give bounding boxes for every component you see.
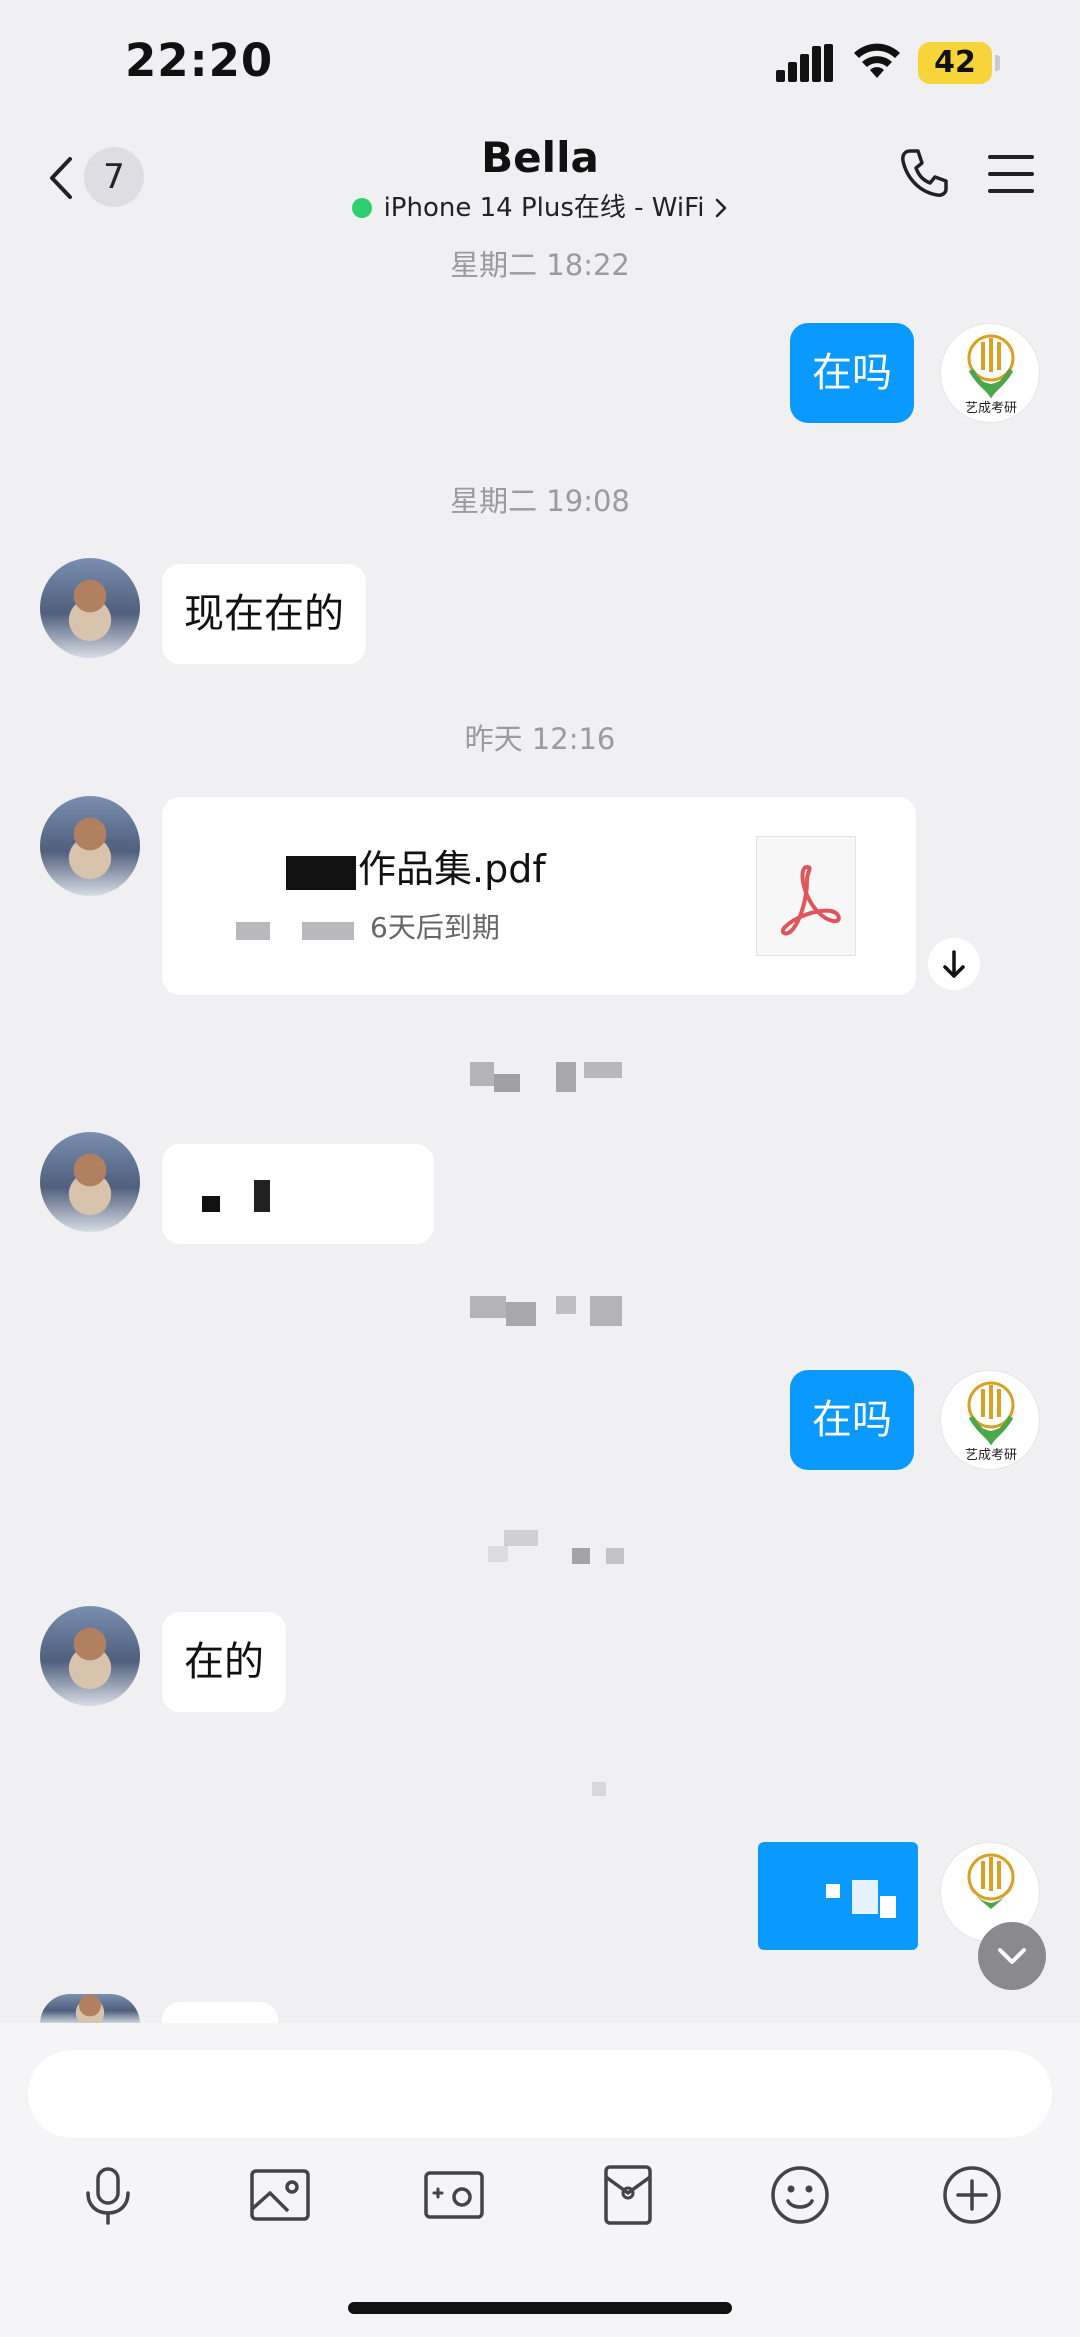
message-bubble-outgoing[interactable]: 在吗	[790, 323, 914, 423]
contact-avatar[interactable]	[40, 1606, 140, 1706]
contact-avatar[interactable]	[40, 796, 140, 896]
redacted-block	[236, 922, 270, 940]
file-expiry: 6天后到期	[370, 911, 500, 944]
camera-icon[interactable]	[422, 2163, 486, 2227]
timestamp: 星期二 18:22	[450, 248, 630, 282]
brand-logo-icon: 艺成考研	[963, 334, 1019, 416]
pdf-file-icon	[756, 836, 856, 956]
redacted-block	[556, 1062, 576, 1092]
brand-logo-text: 艺成考研	[965, 1448, 1017, 1463]
redacted-block	[556, 1296, 576, 1314]
redacted-block	[592, 1782, 606, 1796]
redacted-block	[504, 1530, 538, 1546]
scroll-to-bottom-button[interactable]	[978, 1922, 1046, 1990]
brand-logo-text: 艺成考研	[965, 401, 1017, 416]
signal-icon	[776, 44, 833, 82]
own-avatar[interactable]: 艺成考研	[940, 323, 1040, 423]
message-bubble-incoming[interactable]	[162, 1144, 434, 1244]
message-input[interactable]	[28, 2050, 1052, 2138]
redacted-block	[590, 1296, 622, 1326]
redacted-block	[494, 1074, 520, 1092]
microphone-icon[interactable]	[76, 2163, 140, 2227]
pdf-logo-icon	[780, 865, 841, 936]
contact-avatar[interactable]	[40, 558, 140, 658]
redacted-block	[470, 1296, 506, 1318]
redacted-block	[488, 1546, 508, 1562]
menu-icon[interactable]	[986, 151, 1036, 197]
contact-status-text: iPhone 14 Plus在线 - WiFi	[383, 193, 705, 223]
red-packet-icon[interactable]	[596, 2163, 660, 2227]
redacted-block	[254, 1180, 270, 1212]
file-name: 作品集.pdf	[358, 847, 546, 891]
online-dot	[351, 198, 372, 218]
battery-indicator: 42	[918, 42, 1000, 84]
battery-cap	[995, 55, 1000, 71]
plus-icon[interactable]	[940, 2163, 1004, 2227]
redacted-block	[880, 1896, 896, 1918]
emoji-icon[interactable]	[768, 2163, 832, 2227]
own-avatar[interactable]: 艺成考研	[940, 1370, 1040, 1470]
timestamp: 昨天 12:16	[464, 722, 616, 756]
redacted-block	[606, 1548, 624, 1564]
redacted-block	[572, 1548, 590, 1564]
redacted-block	[202, 1196, 220, 1212]
chevron-right-icon	[716, 198, 727, 218]
phone-icon[interactable]	[896, 145, 952, 201]
message-bubble-incoming[interactable]: 在的	[162, 1612, 286, 1712]
battery-level: 42	[934, 45, 976, 80]
contact-avatar[interactable]	[40, 1994, 140, 2024]
message-bubble-outgoing[interactable]: 在吗	[790, 1370, 914, 1470]
chat-header: 7 Bella iPhone 14 Plus在线 - WiFi	[0, 125, 1080, 235]
redacted-block	[286, 856, 356, 890]
wifi-icon	[854, 43, 900, 78]
image-icon[interactable]	[248, 2163, 312, 2227]
redacted-block	[584, 1062, 622, 1078]
brand-logo-icon: 艺成考研	[963, 1381, 1019, 1463]
status-bar: 22:20 42	[0, 0, 1080, 125]
redacted-block	[506, 1302, 536, 1326]
redacted-block	[302, 922, 354, 940]
message-bubble-incoming[interactable]	[162, 2002, 278, 2024]
timestamp: 星期二 19:08	[450, 484, 630, 518]
contact-avatar[interactable]	[40, 1132, 140, 1232]
status-time: 22:20	[125, 34, 274, 87]
chevron-down-icon	[998, 1948, 1026, 1964]
message-bubble-incoming[interactable]: 现在在的	[162, 564, 366, 664]
download-icon	[943, 950, 965, 978]
download-button[interactable]	[928, 938, 980, 990]
redacted-block	[826, 1884, 840, 1898]
redacted-block	[852, 1880, 878, 1914]
home-indicator[interactable]	[348, 2302, 732, 2314]
redacted-block	[470, 1062, 494, 1086]
